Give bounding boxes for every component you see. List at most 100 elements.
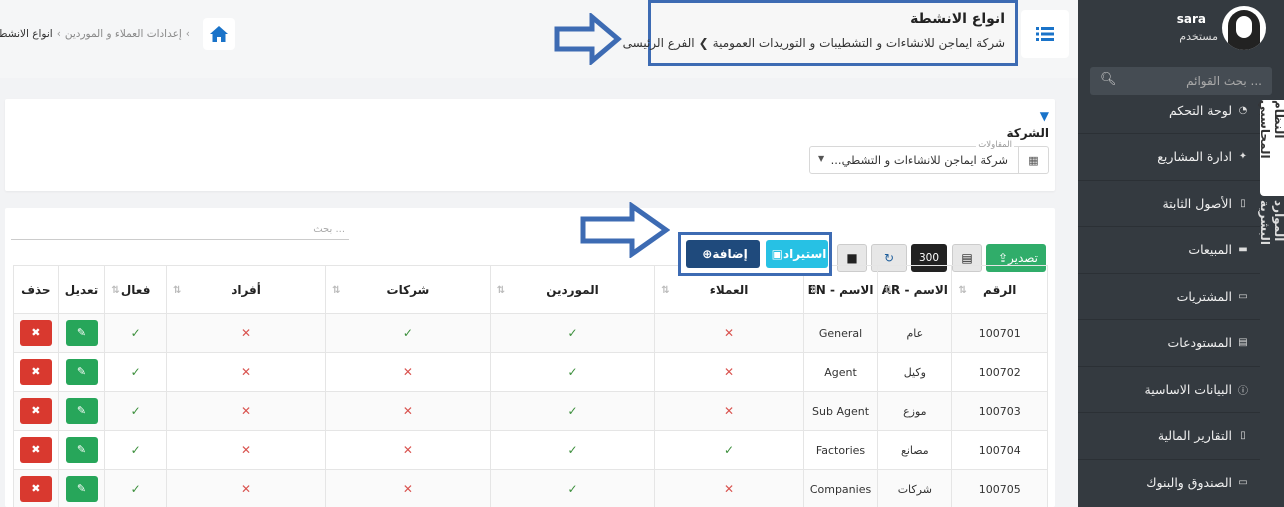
column-header: تعديل — [57, 265, 106, 314]
check-icon: ✓ — [130, 482, 141, 496]
branch-name: الفرع الرئيسى — [622, 36, 695, 50]
table-cell: ✕ — [325, 391, 491, 431]
column-header-label: الموردين — [546, 282, 599, 297]
sort-icon: ⇅ — [172, 285, 182, 296]
import-button[interactable]: ▣ استيراد — [766, 240, 828, 268]
check-icon: ✓ — [130, 365, 141, 379]
sort-icon: ⇅ — [809, 285, 819, 296]
column-header[interactable]: الرقم ⇅ — [951, 265, 1048, 314]
table-cell: Factories — [802, 430, 879, 470]
check-icon: ✓ — [402, 326, 413, 340]
check-icon: ✓ — [567, 443, 578, 457]
table-cell: 100702 — [951, 352, 1048, 392]
delete-button[interactable]: ✖ — [19, 320, 52, 346]
sidebar-item[interactable]: ▭ الصندوق والبنوك — [1078, 458, 1260, 506]
cell-text: 100702 — [978, 365, 1021, 379]
table-cell: 100705 — [951, 469, 1048, 507]
page-header: انواع الانشطة شركة ايماجن للانشاءات و ال… — [0, 0, 1078, 78]
sidebar-item[interactable]: ▭ المشتريات — [1078, 272, 1260, 320]
column-header[interactable]: الموردين ⇅ — [489, 265, 656, 314]
cross-icon: ✕ — [724, 482, 735, 496]
column-header[interactable]: فعال ⇅ — [104, 265, 167, 314]
sidebar-item[interactable]: ▯ الأصول الثابتة — [1078, 179, 1260, 227]
table-cell: ✎ — [57, 352, 106, 392]
sort-icon: ⇅ — [496, 285, 506, 296]
sidebar-item[interactable]: ▯ التقارير المالية — [1078, 412, 1260, 459]
cell-text: عام — [906, 326, 924, 340]
company-name: شركة ايماجن للانشاءات و التشطيبات و التو… — [712, 36, 1005, 50]
table-cell: ✕ — [165, 352, 327, 392]
sidebar-item[interactable]: ▬ المبيعات — [1078, 226, 1260, 273]
edit-button[interactable]: ✎ — [65, 398, 98, 424]
column-header[interactable]: شركات ⇅ — [325, 265, 491, 314]
data-table: الرقم ⇅ الاسم - AR ⇅ الاسم - EN ⇅ العملاء ⇅ المو… — [13, 265, 1048, 507]
table-cell: Companies — [802, 469, 879, 507]
user-profile[interactable]: sara مستخدم — [1086, 6, 1266, 52]
add-label: إضافة — [712, 247, 748, 261]
cell-text: General — [818, 326, 863, 340]
edit-button[interactable]: ✎ — [65, 476, 98, 502]
tab-accounting[interactable]: النظام المحاسبي — [1258, 100, 1284, 196]
table-row: 100704 مصانع Factories ✓ ✓ ✕ ✕ ✓ ✎ ✖ — [13, 430, 1048, 470]
sidebar-item[interactable]: ⓘ البيانات الاساسية — [1078, 365, 1260, 413]
cell-text: 100704 — [978, 443, 1021, 457]
sidebar-item[interactable]: ◔ لوحة التحكم — [1078, 88, 1260, 133]
column-header[interactable]: الاسم - AR ⇅ — [877, 265, 953, 314]
edit-button[interactable]: ✎ — [65, 359, 98, 385]
import-label: استيراد — [782, 247, 827, 261]
sidebar-item[interactable]: ✦ ادارة المشاريع — [1078, 133, 1260, 180]
delete-button[interactable]: ✖ — [19, 437, 52, 463]
sidebar: sara مستخدم بحث القوائم ... 🔍︎ ◔ لوحة الت… — [1078, 0, 1284, 507]
tab-hr[interactable]: الموارد البشرية — [1258, 200, 1284, 280]
cross-icon: ✕ — [402, 404, 413, 418]
check-icon: ✓ — [130, 443, 141, 457]
column-header-label: حذف — [21, 282, 51, 297]
sidebar-item[interactable]: ▤ المستودعات — [1078, 319, 1260, 366]
cell-text: Companies — [809, 482, 872, 496]
table-cell: ✎ — [57, 469, 106, 507]
table-cell: شركات — [877, 469, 953, 507]
delete-button[interactable]: ✖ — [19, 476, 52, 502]
filter-icon[interactable]: ▼ — [1040, 109, 1049, 123]
cell-text: Sub Agent — [812, 404, 870, 418]
table-card: بحث ... ⇪ تصدير ▤ 300 ↻ ■ الرقم ⇅ الاسم - A… — [5, 208, 1055, 507]
cell-text: شركات — [897, 482, 932, 496]
table-cell: ✎ — [57, 313, 106, 353]
table-cell: Sub Agent — [802, 391, 879, 431]
cross-icon: ✕ — [241, 404, 252, 418]
table-cell: ✕ — [165, 469, 327, 507]
table-cell: ✓ — [654, 430, 804, 470]
money-icon: ▭ — [1238, 476, 1248, 488]
column-header[interactable]: أفراد ⇅ — [165, 265, 327, 314]
table-cell: ✕ — [654, 313, 804, 353]
company-select[interactable]: ▦ المقاولات شركة ايماجن للانشاءات و التش… — [809, 140, 1049, 174]
sidebar-item-label: المستودعات — [1167, 335, 1233, 351]
menu-toggle-button[interactable] — [1021, 10, 1069, 58]
add-button[interactable]: ⊕ إضافة — [686, 240, 760, 268]
edit-button[interactable]: ✎ — [65, 320, 98, 346]
edit-button[interactable]: ✎ — [65, 437, 98, 463]
table-cell: 100703 — [951, 391, 1048, 431]
sort-icon: ⇅ — [661, 285, 670, 296]
table-cell: ✓ — [489, 469, 656, 507]
delete-button[interactable]: ✖ — [19, 359, 52, 385]
chevron-left-icon: ❯ — [698, 36, 709, 50]
cross-icon: ✕ — [402, 482, 413, 496]
column-header-label: العملاء — [709, 282, 749, 297]
dropdown-icon: ▼ — [818, 154, 825, 163]
list-icon — [1036, 27, 1054, 41]
plus-circle-icon: ⊕ — [702, 247, 713, 261]
cell-text: Agent — [824, 365, 857, 379]
table-cell: ✕ — [654, 352, 804, 392]
breadcrumb-link[interactable]: إعدادات العملاء و الموردين — [65, 28, 182, 40]
table-search-placeholder: بحث ... — [313, 224, 345, 235]
column-header: حذف — [13, 265, 59, 314]
cell-text: موزع — [903, 404, 927, 418]
table-search-input[interactable]: بحث ... — [11, 220, 349, 240]
table-cell: ✕ — [654, 391, 804, 431]
sidebar-item-label: الصندوق والبنوك — [1146, 474, 1232, 490]
delete-button[interactable]: ✖ — [19, 398, 52, 424]
cell-text: 100703 — [978, 404, 1021, 418]
sort-icon: ⇅ — [332, 285, 341, 296]
home-button[interactable] — [203, 18, 235, 50]
